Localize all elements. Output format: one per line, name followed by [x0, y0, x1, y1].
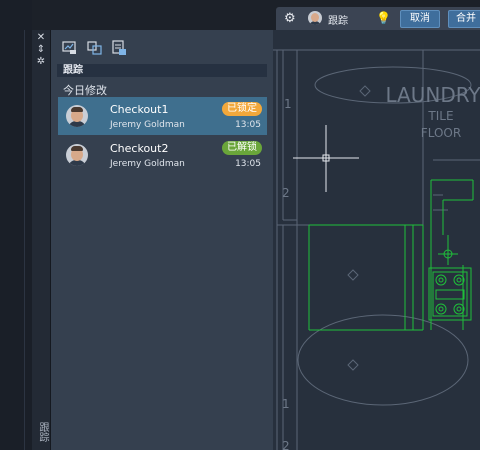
room-number: 2 — [282, 186, 290, 200]
room-label-tile: TILE — [427, 109, 453, 123]
item-user: Jeremy Goldman — [110, 120, 185, 130]
tracking-toolbar: ⚙ 跟踪 💡 取消 合并 — [276, 7, 480, 30]
room-label-floor: FLOOR — [421, 126, 461, 140]
item-title: Checkout1 — [110, 103, 169, 116]
app-window: { "toolbar": { "tracking_label": "跟踪", "… — [0, 0, 480, 450]
lightbulb-icon[interactable]: 💡 — [376, 11, 391, 25]
left-strip — [0, 0, 32, 450]
crosshair-cursor — [293, 125, 359, 192]
room-number: 1 — [282, 397, 290, 411]
status-badge: 已锁定 — [222, 102, 262, 116]
auto-hide-icon[interactable]: ⇕ — [32, 44, 50, 56]
palette-title: 跟踪 — [37, 422, 48, 442]
create-tracking-icon[interactable] — [62, 40, 78, 56]
item-time: 13:05 — [235, 120, 261, 130]
gear-icon[interactable]: ⚙ — [284, 12, 296, 25]
properties-icon[interactable]: ✲ — [32, 56, 50, 68]
floor-plan: LAUNDRY TILE FLOOR 1 2 1 2 — [273, 49, 480, 450]
merge-button[interactable]: 合并 — [448, 10, 480, 28]
panel-header: 跟踪 — [57, 64, 267, 77]
drawing-canvas[interactable]: LAUNDRY TILE FLOOR 1 2 1 2 — [273, 30, 480, 450]
divider — [24, 30, 25, 450]
item-time: 13:05 — [235, 159, 261, 169]
room-number: 1 — [284, 97, 292, 111]
avatar — [66, 144, 88, 166]
room-number: 2 — [282, 439, 290, 450]
cancel-button[interactable]: 取消 — [400, 10, 440, 28]
avatar — [308, 11, 322, 25]
history-icon[interactable] — [111, 40, 127, 56]
close-icon[interactable]: ✕ — [32, 32, 50, 44]
tracking-panel: 跟踪 今日修改 Checkout1 已锁定 Jeremy Goldman 13:… — [51, 30, 273, 450]
panel-toolbar — [51, 38, 273, 58]
status-badge: 已解锁 — [222, 141, 262, 155]
item-user: Jeremy Goldman — [110, 159, 185, 169]
compare-icon[interactable] — [87, 40, 103, 56]
tracking-item[interactable]: Checkout2 已解锁 Jeremy Goldman 13:05 — [58, 136, 267, 174]
item-title: Checkout2 — [110, 142, 169, 155]
palette-titlebar: ✕ ⇕ ✲ 跟踪 — [32, 30, 51, 450]
tracking-item[interactable]: Checkout1 已锁定 Jeremy Goldman 13:05 — [58, 97, 267, 135]
room-label-laundry: LAUNDRY — [385, 83, 480, 107]
tracking-label: 跟踪 — [328, 16, 348, 27]
avatar — [66, 105, 88, 127]
group-today-label: 今日修改 — [63, 84, 107, 97]
panel-header-label: 跟踪 — [63, 65, 83, 76]
